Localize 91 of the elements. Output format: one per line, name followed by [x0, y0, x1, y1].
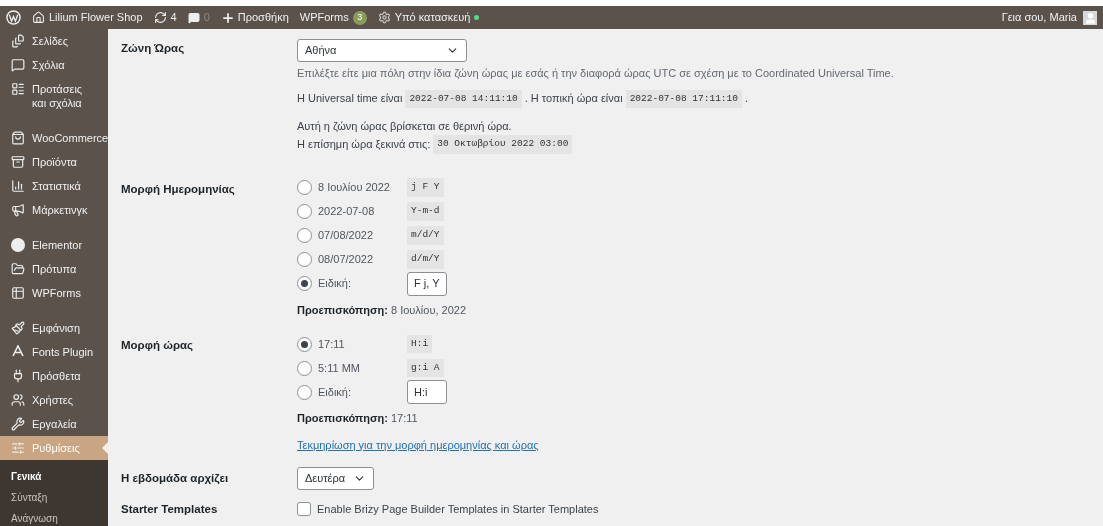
option-label: 5:11 ΜΜ	[318, 360, 360, 376]
sidebar-item[interactable]: Προτάσεις και σχόλια	[0, 77, 108, 115]
sidebar-item[interactable]: Μάρκετινγκ	[0, 198, 108, 222]
field-label: Ζώνη Ώρας	[121, 41, 186, 56]
format-input[interactable]: H:i	[407, 380, 447, 404]
format-code: j F Y	[407, 178, 444, 197]
week-start-select[interactable]: Δευτέρα	[297, 467, 374, 490]
timezone-select[interactable]: Αθήνα	[297, 39, 467, 62]
sidebar-item[interactable]: WPForms	[0, 281, 108, 305]
documentation-link[interactable]: Τεκμηρίωση για την μορφή ημερομηνίας και ώρας	[297, 436, 539, 453]
option-label: 17:11	[318, 336, 345, 352]
submenu-item[interactable]: Γενικά	[0, 466, 108, 487]
radio-button[interactable]	[297, 336, 312, 352]
field-label: Η εβδομάδα αρχίζει	[121, 471, 230, 487]
sidebar-item[interactable]: Σελίδες	[0, 29, 108, 53]
preview-text: Προεπισκόπηση: 8 Ιουλίου, 2022	[297, 302, 467, 318]
sidebar-item[interactable]: Χρήστες	[0, 388, 108, 412]
sidebar-item[interactable]: Προϊόντα	[0, 150, 108, 174]
checkbox[interactable]	[297, 502, 311, 517]
updates-link[interactable]: 4	[153, 9, 177, 26]
field-label: Μορφή ώρας	[121, 338, 195, 353]
sidebar-item[interactable]: Fonts Plugin	[0, 340, 108, 364]
description-text: Επιλέξτε είτε μια πόλη στην ίδια ζώνη ώρας με εσάς ή την διαφορά ώρας UTC σε σχέση με το Coordinated Universal Time.	[297, 66, 895, 81]
format-input[interactable]: F j, Y	[407, 271, 447, 296]
format-code: H:i	[407, 334, 433, 354]
checkbox-label: Enable Brizy Page Builder Templates in Starter Templates	[317, 501, 599, 517]
option-label: 07/08/2022	[318, 228, 374, 244]
sidebar-item[interactable]: Εργαλεία	[0, 412, 108, 436]
store-icon	[11, 131, 25, 145]
sidebar-item[interactable]: Εμφάνιση	[0, 316, 108, 340]
comment-icon	[187, 11, 200, 24]
submenu-item[interactable]: Σύνταξη	[0, 487, 108, 508]
field-label: Starter Templates	[121, 502, 219, 517]
user-icon	[11, 393, 25, 407]
sidebar-item[interactable]: Πρόσθετα	[0, 364, 108, 388]
format-code: m/d/Y	[407, 226, 444, 245]
plug-icon	[11, 369, 25, 383]
dst-label: Η επίσημη ώρα ξεκινά στις:	[297, 137, 431, 153]
sidebar-item[interactable]: WooCommerce	[0, 126, 108, 150]
folder-icon	[11, 262, 25, 276]
format-code: g:i A	[407, 358, 444, 378]
wpforms-link[interactable]: WPForms 3	[299, 9, 367, 26]
home-icon	[32, 11, 45, 24]
form-icon	[11, 286, 25, 300]
radio-button[interactable]	[297, 204, 312, 219]
format-code: d/m/Y	[407, 250, 444, 269]
preview-text: Προεπισκόπηση: 17:11	[297, 411, 419, 426]
megaphone-icon	[11, 203, 25, 217]
sidebar-item[interactable]: Elementor	[0, 233, 108, 257]
circle-logo-icon	[11, 238, 25, 252]
avatar-icon	[1083, 10, 1097, 25]
submenu-item[interactable]: Ανάγνωση	[0, 508, 108, 526]
sidebar-item[interactable]: Πρότυπα	[0, 257, 108, 281]
option-label: 08/07/2022	[318, 252, 374, 268]
sidebar-item[interactable]: Στατιστικά	[0, 174, 108, 198]
radio-button[interactable]	[297, 360, 312, 376]
utc-time: 2022-07-08 14:11:10	[405, 89, 522, 108]
format-code: Y-m-d	[407, 202, 444, 221]
radio-button[interactable]	[297, 228, 312, 243]
option-label: 8 Ιουλίου 2022	[318, 180, 390, 196]
wrench-icon	[11, 417, 25, 431]
site-link[interactable]: Lilium Flower Shop	[32, 9, 143, 26]
count-badge: 3	[352, 10, 367, 25]
letter-icon	[12, 345, 24, 357]
refresh-icon	[153, 11, 167, 24]
plus-icon	[220, 10, 235, 25]
comment-icon	[11, 58, 25, 72]
account-link[interactable]: Γεια σου, Maria	[1001, 9, 1097, 26]
radio-button[interactable]	[297, 276, 312, 291]
radio-button[interactable]	[297, 384, 312, 400]
new-link[interactable]: Προσθήκη	[220, 9, 289, 26]
option-label: Ειδική:	[318, 276, 352, 292]
feedback-icon	[11, 82, 25, 96]
radio-button[interactable]	[297, 180, 312, 195]
dst-time: 30 Οκτωβρίου 2022 03:00	[433, 135, 573, 154]
pages-icon	[11, 34, 25, 48]
gear-icon	[377, 11, 391, 24]
maintenance-link[interactable]: Υπό κατασκευή	[377, 9, 480, 26]
radio-button[interactable]	[297, 252, 312, 267]
option-label: Ειδική:	[318, 384, 352, 400]
wordpress-logo-icon[interactable]	[6, 10, 21, 25]
sliders-icon	[11, 441, 25, 455]
bar-chart-icon	[11, 179, 25, 193]
brush-icon	[11, 321, 25, 335]
time-info-text: Η Universal time είναι 2022-07-08 14:11:10 . Η τοπική ώρα είναι 2022-07-08 17:11:10 .	[297, 89, 1103, 108]
local-time: 2022-07-08 17:11:10	[625, 89, 742, 108]
option-label: 2022-07-08	[318, 204, 375, 220]
box-icon	[11, 155, 25, 169]
dst-note: Αυτή η ζώνη ώρας βρίσκεται σε θερινή ώρα.	[297, 118, 513, 134]
sidebar-item[interactable]: Σχόλια	[0, 53, 108, 77]
field-label: Μορφή Ημερομηνίας	[121, 181, 236, 197]
